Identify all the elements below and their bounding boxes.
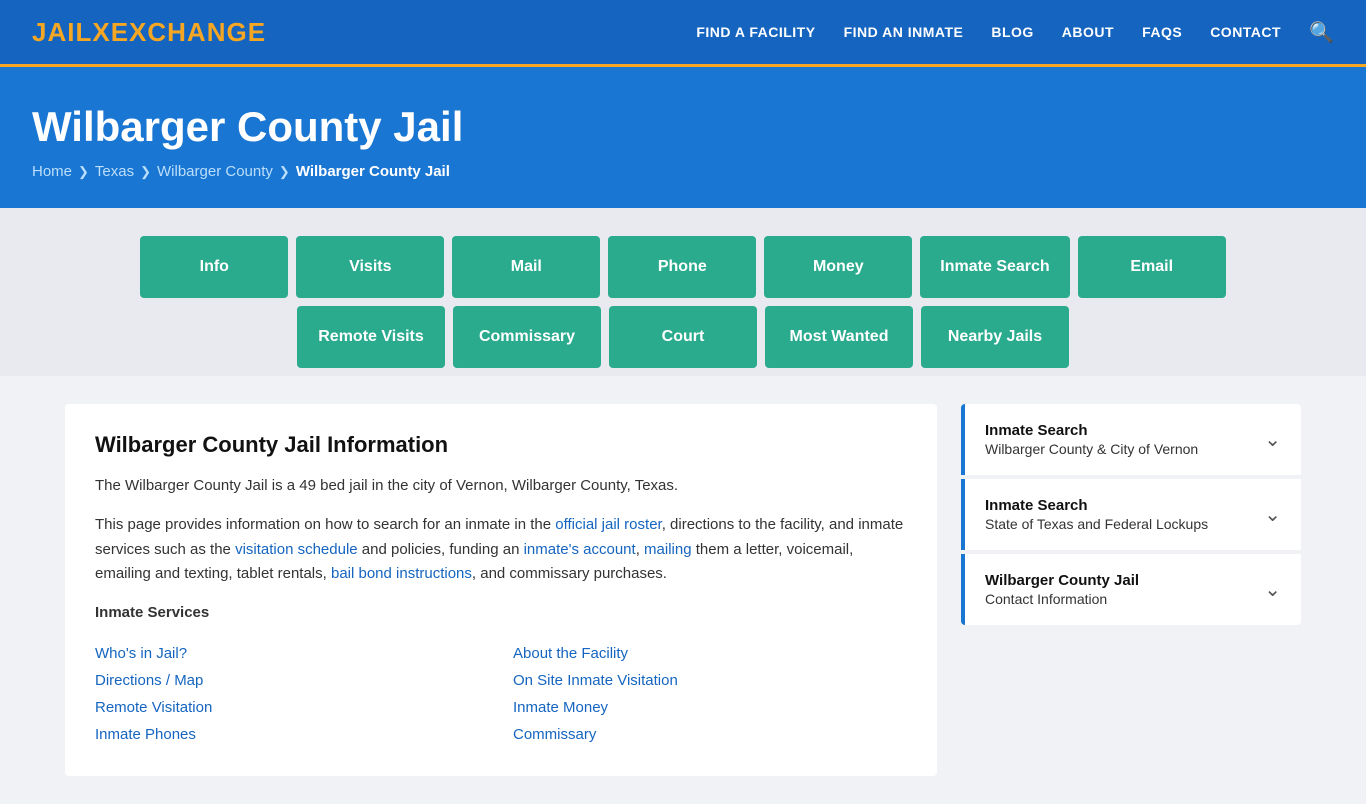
tab-nearby-jails[interactable]: Nearby Jails <box>921 306 1069 368</box>
nav-blog[interactable]: BLOG <box>991 24 1033 40</box>
services-heading: Inmate Services <box>95 601 907 626</box>
link-mailing[interactable]: mailing <box>644 541 692 558</box>
page-title: Wilbarger County Jail <box>32 103 1334 151</box>
nav-faqs[interactable]: FAQs <box>1142 24 1182 40</box>
sidebar-card-1-title: Inmate Search <box>985 497 1208 514</box>
tab-visits[interactable]: Visits <box>296 236 444 298</box>
tab-commissary[interactable]: Commissary <box>453 306 601 368</box>
sidebar-card-1[interactable]: Inmate Search State of Texas and Federal… <box>961 479 1301 550</box>
logo-exchange: EXCHANGE <box>111 17 266 47</box>
nav-find-inmate[interactable]: FIND AN INMATE <box>844 24 964 40</box>
logo-jail: JAIL <box>32 17 92 47</box>
services-grid: Who's in Jail? Directions / Map Remote V… <box>95 640 907 748</box>
service-inmate-money[interactable]: Inmate Money <box>513 699 608 716</box>
right-panel: Inmate Search Wilbarger County & City of… <box>961 404 1301 776</box>
tab-email[interactable]: Email <box>1078 236 1226 298</box>
info-section-title: Wilbarger County Jail Information <box>95 432 907 458</box>
link-bail-bond[interactable]: bail bond instructions <box>331 565 472 582</box>
tab-most-wanted[interactable]: Most Wanted <box>765 306 913 368</box>
sidebar-card-1-subtitle: State of Texas and Federal Lockups <box>985 516 1208 532</box>
breadcrumb-home[interactable]: Home <box>32 163 72 180</box>
link-inmates-account[interactable]: inmate's account <box>524 541 636 558</box>
chevron-down-icon-2: ⌄ <box>1264 577 1281 602</box>
breadcrumb-sep-2: ❯ <box>140 164 151 180</box>
sidebar-card-0-text: Inmate Search Wilbarger County & City of… <box>985 422 1198 457</box>
main-content: Wilbarger County Jail Information The Wi… <box>33 376 1333 804</box>
sidebar-card-2-subtitle: Contact Information <box>985 591 1139 607</box>
nav-about[interactable]: ABOUT <box>1062 24 1114 40</box>
service-commissary[interactable]: Commissary <box>513 726 596 743</box>
tab-inmate-search[interactable]: Inmate Search <box>920 236 1069 298</box>
header: JAILXEXCHANGE FIND A FACILITY FIND AN IN… <box>0 0 1366 64</box>
tab-phone[interactable]: Phone <box>608 236 756 298</box>
breadcrumb-sep-1: ❯ <box>78 164 89 180</box>
service-about-facility[interactable]: About the Facility <box>513 645 628 662</box>
info-paragraph-1: The Wilbarger County Jail is a 49 bed ja… <box>95 474 907 499</box>
search-icon-button[interactable]: 🔍 <box>1309 20 1334 45</box>
service-on-site-visitation[interactable]: On Site Inmate Visitation <box>513 672 678 689</box>
service-remote-visitation[interactable]: Remote Visitation <box>95 699 212 716</box>
link-official-jail-roster[interactable]: official jail roster <box>555 516 661 533</box>
tab-remote-visits[interactable]: Remote Visits <box>297 306 445 368</box>
service-inmate-phones[interactable]: Inmate Phones <box>95 726 196 743</box>
nav-contact[interactable]: CONTACT <box>1210 24 1281 40</box>
chevron-down-icon-1: ⌄ <box>1264 502 1281 527</box>
service-directions-map[interactable]: Directions / Map <box>95 672 203 689</box>
services-right-col: About the Facility On Site Inmate Visita… <box>513 640 907 748</box>
hero-section: Wilbarger County Jail Home ❯ Texas ❯ Wil… <box>0 67 1366 208</box>
breadcrumb-current: Wilbarger County Jail <box>296 163 450 180</box>
tab-info[interactable]: Info <box>140 236 288 298</box>
tab-mail[interactable]: Mail <box>452 236 600 298</box>
chevron-down-icon-0: ⌄ <box>1264 427 1281 452</box>
info-paragraph-2: This page provides information on how to… <box>95 513 907 587</box>
left-panel: Wilbarger County Jail Information The Wi… <box>65 404 937 776</box>
link-visitation-schedule[interactable]: visitation schedule <box>235 541 358 558</box>
main-nav: FIND A FACILITY FIND AN INMATE BLOG ABOU… <box>696 20 1334 45</box>
tabs-section: Info Visits Mail Phone Money Inmate Sear… <box>0 208 1366 376</box>
breadcrumb: Home ❯ Texas ❯ Wilbarger County ❯ Wilbar… <box>32 163 1334 180</box>
breadcrumb-wilbarger-county[interactable]: Wilbarger County <box>157 163 273 180</box>
sidebar-card-2-title: Wilbarger County Jail <box>985 572 1139 589</box>
tab-money[interactable]: Money <box>764 236 912 298</box>
sidebar-card-0-title: Inmate Search <box>985 422 1198 439</box>
sidebar-card-0[interactable]: Inmate Search Wilbarger County & City of… <box>961 404 1301 475</box>
sidebar-card-2[interactable]: Wilbarger County Jail Contact Informatio… <box>961 554 1301 625</box>
sidebar-card-1-text: Inmate Search State of Texas and Federal… <box>985 497 1208 532</box>
breadcrumb-texas[interactable]: Texas <box>95 163 134 180</box>
tabs-row-1: Info Visits Mail Phone Money Inmate Sear… <box>140 236 1225 298</box>
services-left-col: Who's in Jail? Directions / Map Remote V… <box>95 640 489 748</box>
tab-court[interactable]: Court <box>609 306 757 368</box>
sidebar-card-2-text: Wilbarger County Jail Contact Informatio… <box>985 572 1139 607</box>
breadcrumb-sep-3: ❯ <box>279 164 290 180</box>
logo[interactable]: JAILXEXCHANGE <box>32 17 266 48</box>
nav-find-facility[interactable]: FIND A FACILITY <box>696 24 815 40</box>
tabs-row-2: Remote Visits Commissary Court Most Want… <box>297 306 1069 368</box>
logo-x: X <box>92 17 110 47</box>
sidebar-card-0-subtitle: Wilbarger County & City of Vernon <box>985 441 1198 457</box>
service-whos-in-jail[interactable]: Who's in Jail? <box>95 645 187 662</box>
